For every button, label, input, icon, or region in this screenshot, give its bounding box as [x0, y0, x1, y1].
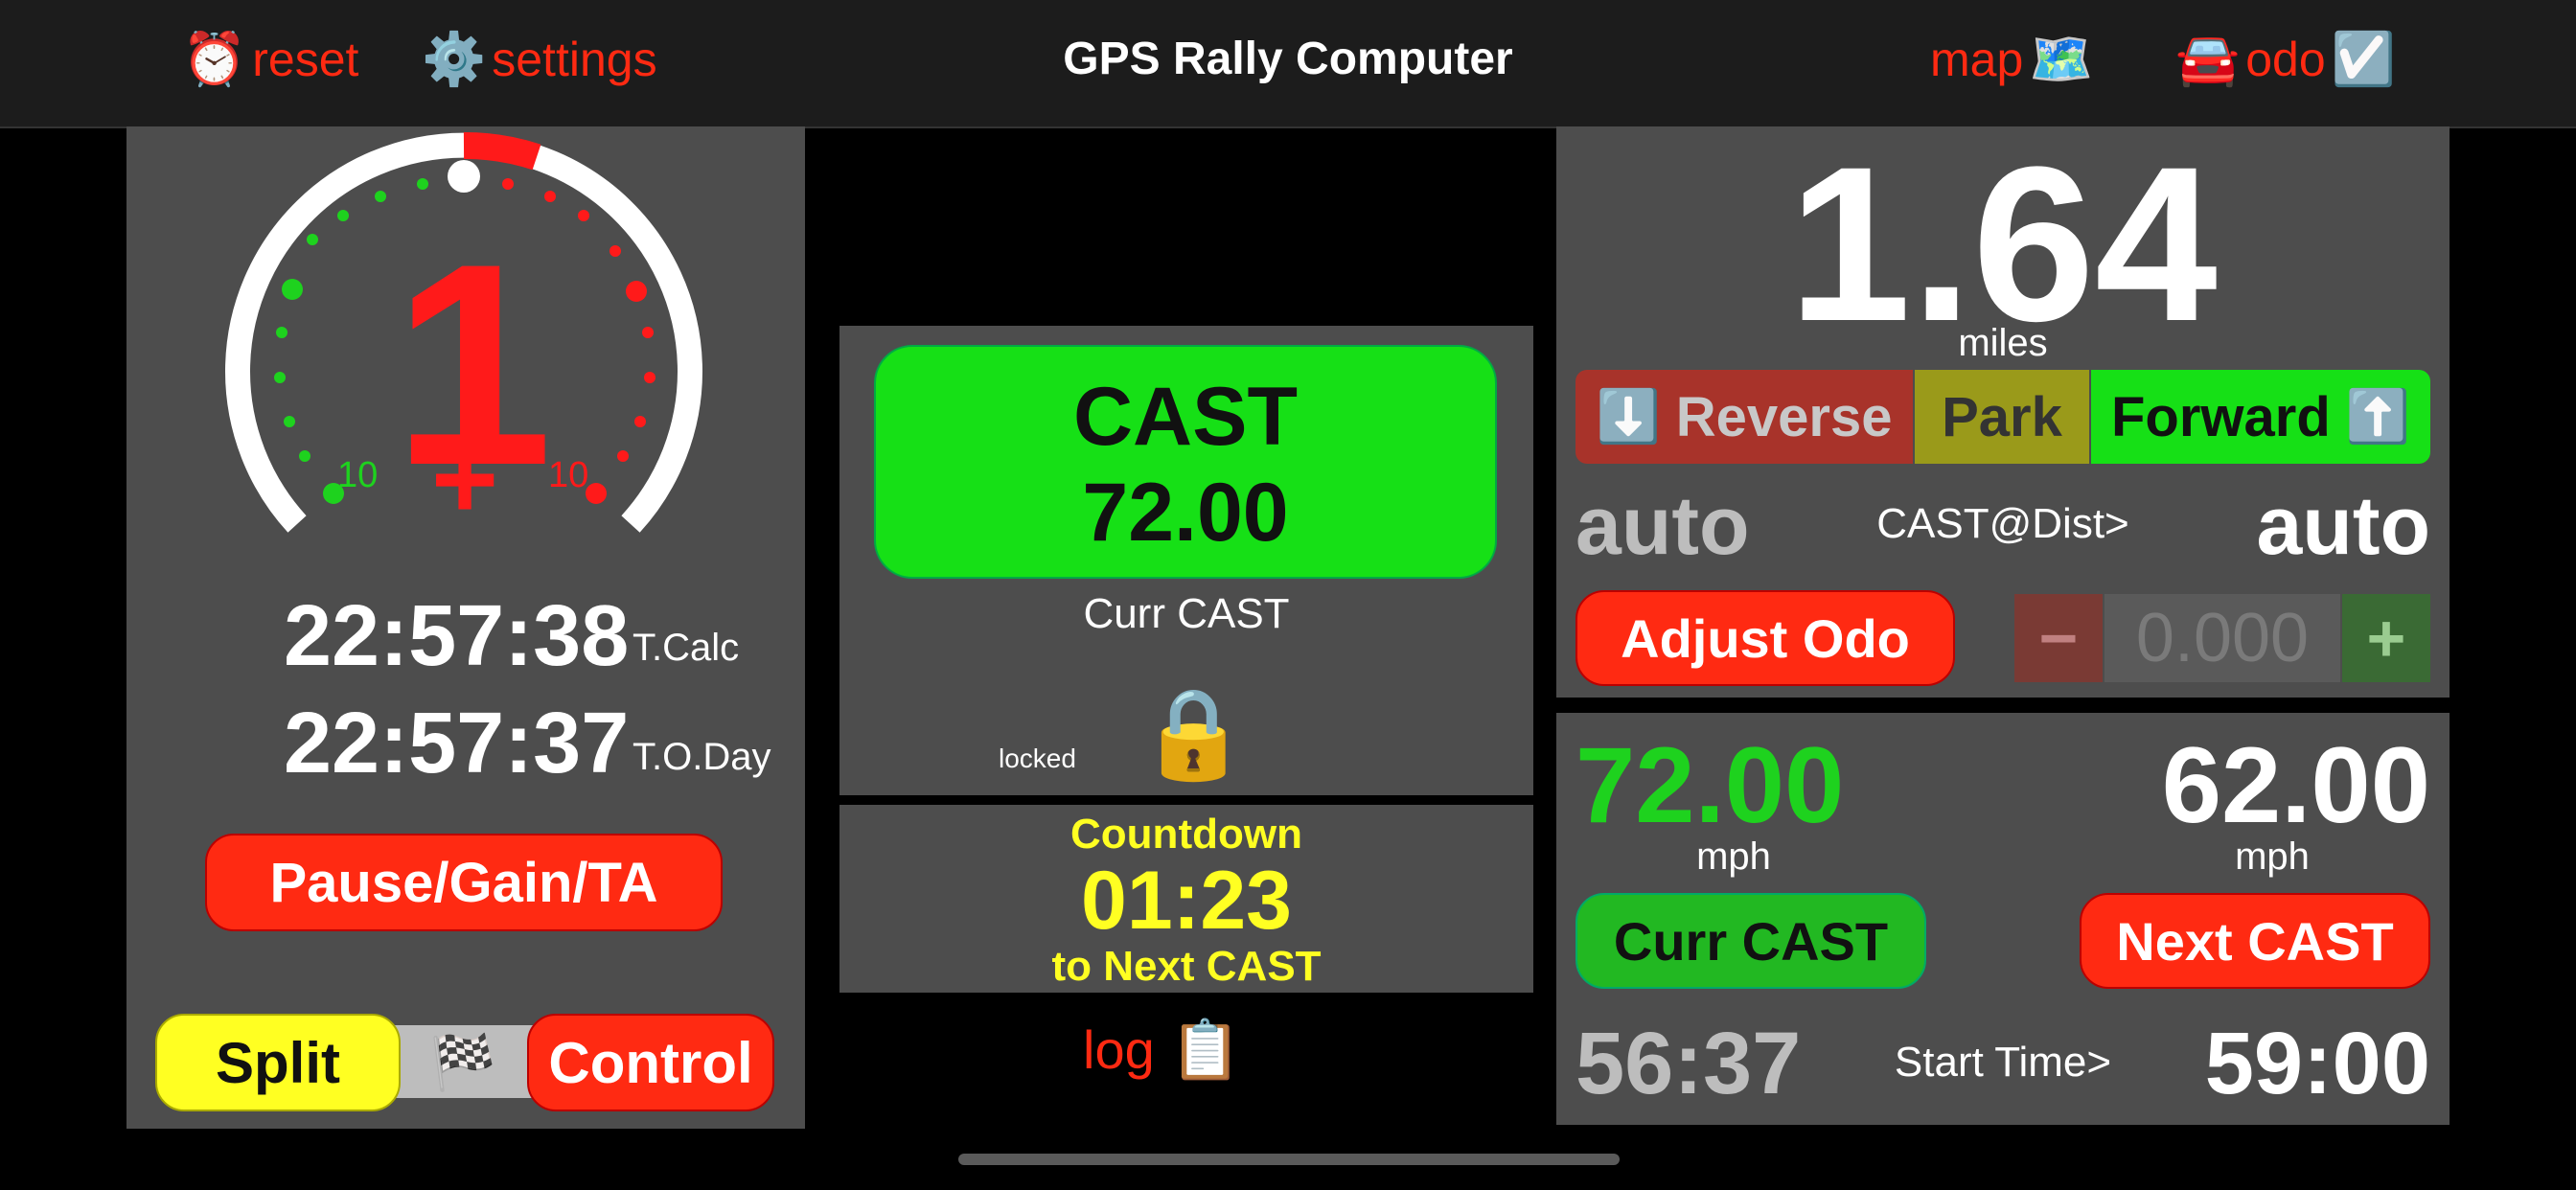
countdown-value: 01:23 — [1081, 855, 1292, 947]
cast-title: CAST — [1072, 371, 1299, 463]
forward-label: Forward — [2110, 385, 2331, 448]
gauge-left-label: 10 — [337, 455, 378, 495]
clipboard-icon: 📋 — [1169, 1017, 1242, 1084]
odo-minus-button[interactable]: − — [2014, 594, 2103, 682]
map-label: map — [1930, 33, 2024, 86]
today-time: 22:57:37 — [284, 696, 630, 791]
countdown-title: Countdown — [1070, 811, 1302, 858]
log-label: log — [1083, 1019, 1155, 1080]
countdown-subtitle: to Next CAST — [1051, 943, 1322, 990]
curr-speed-unit: mph — [1696, 835, 1771, 878]
forward-button[interactable]: Forward ⬆️ — [2091, 370, 2430, 464]
checkered-flag-icon: 🏁 — [429, 1032, 496, 1094]
checkbox-icon[interactable]: ☑️ — [2332, 29, 2396, 90]
split-button[interactable]: Split — [155, 1014, 401, 1111]
auto-right-value[interactable]: auto — [2147, 479, 2430, 574]
tcalc-label: T.Calc — [632, 627, 740, 669]
gauge-red-segment — [463, 131, 541, 171]
map-button[interactable]: map 🗺️ — [1930, 29, 2094, 90]
gauge-sign: + — [430, 415, 499, 543]
control-button[interactable]: Control — [527, 1014, 774, 1111]
odo-adjust-value[interactable]: 0.000 — [2104, 594, 2340, 682]
reverse-label: Reverse — [1675, 385, 1893, 448]
tcalc-time: 22:57:38 — [284, 588, 630, 684]
car-icon: 🚘 — [2175, 29, 2241, 89]
cast-display[interactable]: CAST 72.00 — [874, 345, 1497, 579]
next-speed-unit: mph — [2235, 835, 2310, 878]
gauge-indicator-dot — [448, 160, 480, 193]
curr-speed-value: 72.00 — [1576, 725, 1845, 845]
odo-plus-button[interactable]: + — [2342, 594, 2430, 682]
next-speed-value: 62.00 — [2161, 725, 2430, 845]
today-label: T.O.Day — [632, 736, 771, 778]
lock-icon[interactable]: 🔒 — [1138, 682, 1249, 786]
curr-cast-button[interactable]: Curr CAST — [1576, 893, 1926, 989]
curr-cast-label: Curr CAST — [1083, 590, 1290, 637]
log-button[interactable]: log 📋 — [1083, 1016, 1241, 1084]
cast-value: 72.00 — [1082, 467, 1289, 559]
arrow-up-icon: ⬆️ — [2345, 386, 2411, 446]
next-cast-button[interactable]: Next CAST — [2080, 893, 2430, 989]
park-button[interactable]: Park — [1915, 370, 2089, 464]
start-time-value[interactable]: 59:00 — [2137, 1016, 2430, 1111]
gauge-right-label: 10 — [548, 455, 588, 495]
locked-label: locked — [999, 744, 1076, 773]
distance-unit: miles — [1958, 322, 2048, 364]
adjust-odo-button[interactable]: Adjust Odo — [1576, 590, 1955, 686]
arrow-down-icon: ⬇️ — [1596, 386, 1661, 446]
odo-toggle[interactable]: 🚘 odo ☑️ — [2175, 29, 2396, 90]
map-icon: 🗺️ — [2029, 29, 2094, 89]
odo-label: odo — [2245, 33, 2326, 86]
top-bar: ⏰ reset ⚙️ settings GPS Rally Computer m… — [0, 0, 2576, 128]
pause-gain-ta-button[interactable]: Pause/Gain/TA — [205, 834, 723, 931]
reverse-button[interactable]: ⬇️ Reverse — [1576, 370, 1913, 464]
home-indicator[interactable] — [958, 1154, 1620, 1165]
